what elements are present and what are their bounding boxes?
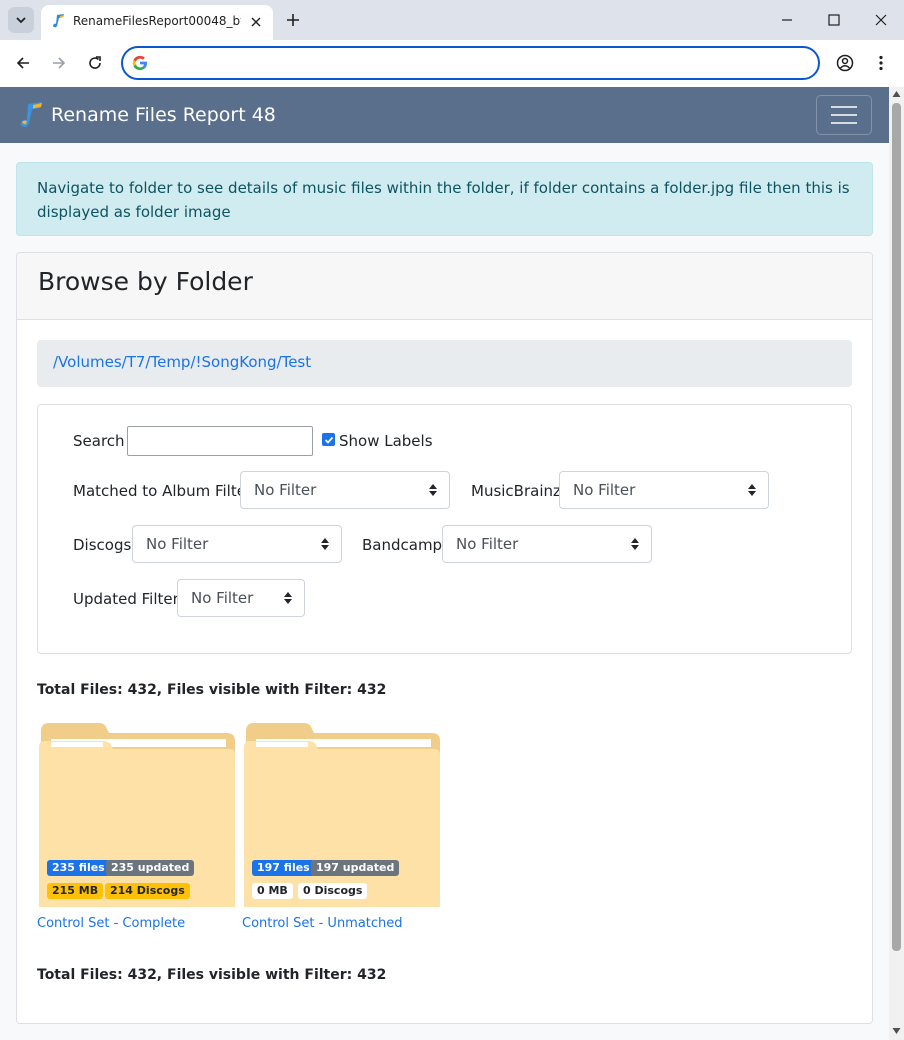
address-bar[interactable] [121, 46, 820, 80]
reload-icon [89, 56, 101, 69]
discogs-count-badge: 0 Discogs [298, 883, 368, 899]
scroll-down-icon[interactable] [892, 1027, 901, 1035]
updated-filter-value: No Filter [191, 589, 254, 607]
file-count-badge: 197 files [252, 860, 315, 876]
arrow-right-icon [53, 57, 66, 69]
check-icon [324, 436, 333, 444]
more-vert-icon [879, 55, 883, 71]
info-alert: Navigate to folder to see details of mus… [16, 162, 873, 236]
card-header: Browse by Folder [17, 253, 872, 320]
musicbrainz-filter-value: No Filter [573, 481, 636, 499]
back-button[interactable] [12, 52, 34, 74]
select-arrows-icon [429, 484, 437, 496]
brand-title[interactable]: Rename Files Report 48 [51, 104, 276, 126]
close-tab-button[interactable] [247, 13, 265, 31]
updated-count-badge: 235 updated [106, 860, 195, 876]
updated-filter-label: Updated Filter [73, 590, 179, 608]
tab-search-button[interactable] [8, 7, 34, 33]
bandcamp-filter-value: No Filter [456, 535, 519, 553]
close-window-button[interactable] [871, 10, 891, 30]
chevron-down-icon [16, 17, 26, 24]
browser-tabbar: RenameFilesReport00048_byfol [0, 0, 904, 40]
page-title: Browse by Folder [38, 267, 253, 296]
reload-button[interactable] [84, 52, 106, 74]
hamburger-icon [831, 122, 857, 124]
maximize-icon [828, 14, 840, 26]
search-label: Search [73, 432, 125, 450]
scroll-thumb[interactable] [892, 103, 901, 951]
browse-card: Browse by Folder /Volumes/T7/Temp/!SongK… [16, 252, 873, 1024]
hamburger-icon [831, 106, 857, 108]
hamburger-icon [831, 114, 857, 116]
select-arrows-icon [284, 592, 292, 604]
minimize-button[interactable] [777, 10, 797, 30]
size-badge: 215 MB [47, 883, 104, 899]
folder-icon [244, 723, 440, 907]
scroll-up-icon[interactable] [892, 90, 901, 98]
music-note-icon [20, 102, 42, 127]
music-note-icon [53, 14, 64, 28]
select-arrows-icon [321, 538, 329, 550]
matched-filter-value: No Filter [254, 481, 317, 499]
filter-panel: Search Show Labels Matched to Album Filt… [37, 404, 852, 654]
profile-button[interactable] [834, 52, 856, 74]
search-input[interactable] [127, 426, 313, 456]
discogs-filter-select[interactable]: No Filter [132, 525, 342, 563]
menu-button[interactable] [870, 52, 892, 74]
browser-toolbar [0, 40, 904, 87]
minimize-icon [782, 19, 792, 21]
tab-title: RenameFilesReport00048_byfol [73, 14, 241, 28]
app-navbar: Rename Files Report 48 [0, 87, 889, 143]
page-scrollbar[interactable] [889, 87, 904, 1040]
folder-tile[interactable]: 197 files 197 updated 0 MB 0 Discogs [244, 717, 440, 907]
matched-filter-label: Matched to Album Filter [73, 482, 253, 500]
maximize-button[interactable] [824, 10, 844, 30]
folder-link[interactable]: Control Set - Unmatched [242, 916, 403, 931]
google-icon [132, 55, 147, 70]
updated-filter-select[interactable]: No Filter [177, 579, 305, 617]
folder-link[interactable]: Control Set - Complete [37, 916, 185, 931]
size-badge: 0 MB [252, 883, 293, 899]
breadcrumb: /Volumes/T7/Temp/!SongKong/Test [37, 340, 852, 387]
show-labels-label: Show Labels [339, 432, 433, 450]
discogs-count-badge: 214 Discogs [105, 883, 190, 899]
select-arrows-icon [631, 538, 639, 550]
updated-count-badge: 197 updated [311, 860, 400, 876]
forward-button[interactable] [48, 52, 70, 74]
account-icon [836, 54, 854, 72]
bandcamp-filter-label: Bandcamp [362, 536, 443, 554]
arrow-left-icon [16, 57, 29, 69]
folder-icon [39, 723, 235, 907]
breadcrumb-link[interactable]: /Volumes/T7/Temp/!SongKong/Test [53, 353, 311, 371]
musicbrainz-filter-label: MusicBrainz [471, 482, 561, 500]
folder-tile[interactable]: 235 files 235 updated 215 MB 214 Discogs [39, 717, 235, 907]
bandcamp-filter-select[interactable]: No Filter [442, 525, 652, 563]
matched-filter-select[interactable]: No Filter [240, 471, 450, 509]
browser-tab[interactable]: RenameFilesReport00048_byfol [41, 5, 273, 40]
total-files-top: Total Files: 432, Files visible with Fil… [37, 682, 387, 698]
musicbrainz-filter-select[interactable]: No Filter [559, 471, 769, 509]
discogs-filter-label: Discogs [73, 536, 132, 554]
close-icon [875, 14, 887, 26]
navbar-toggle-button[interactable] [816, 95, 872, 135]
show-labels-checkbox[interactable] [322, 433, 335, 446]
total-files-bottom: Total Files: 432, Files visible with Fil… [37, 967, 387, 983]
page-content: Rename Files Report 48 Navigate to folde… [0, 87, 889, 1040]
discogs-filter-value: No Filter [146, 535, 209, 553]
close-icon [251, 17, 261, 27]
select-arrows-icon [748, 484, 756, 496]
new-tab-button[interactable] [283, 10, 303, 30]
file-count-badge: 235 files [47, 860, 110, 876]
plus-icon [287, 14, 299, 26]
